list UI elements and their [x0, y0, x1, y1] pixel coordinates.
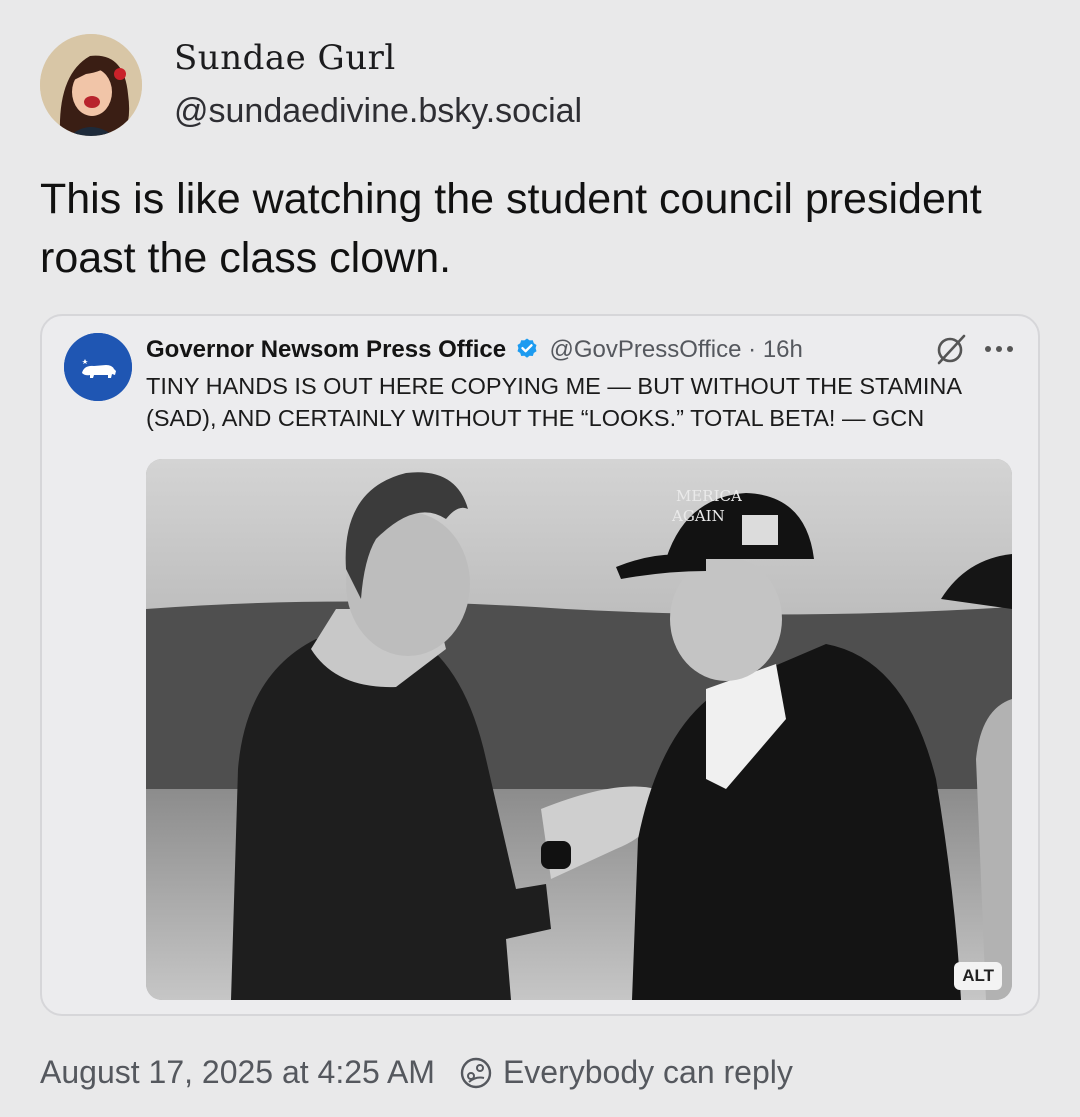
reply-setting-label[interactable]: Everybody can reply — [503, 1054, 793, 1091]
post-timestamp[interactable]: August 17, 2025 at 4:25 AM — [40, 1054, 435, 1091]
quoted-author-name[interactable]: Governor Newsom Press Office — [146, 336, 506, 363]
reply-setting-icon — [460, 1057, 492, 1088]
photo-illustration: MERICA AGAIN — [146, 459, 1012, 1000]
author-avatar-image — [40, 34, 142, 136]
quoted-post-text: TINY HANDS IS OUT HERE COPYING ME — BUT … — [146, 373, 961, 431]
meta-separator: · — [748, 336, 757, 363]
author-display-name[interactable]: Sundae Gurl — [174, 36, 582, 80]
hat-text-line1: MERICA — [676, 487, 742, 505]
post-text: This is like watching the student counci… — [40, 175, 982, 282]
alt-text-badge[interactable]: ALT — [954, 962, 1002, 990]
quoted-author-avatar[interactable] — [64, 333, 132, 401]
quoted-post-card[interactable]: Governor Newsom Press Office @GovPressOf… — [40, 314, 1040, 1016]
quoted-author-handle[interactable]: @GovPressOffice — [549, 336, 741, 363]
quoted-post-header: Governor Newsom Press Office @GovPressOf… — [146, 334, 1026, 366]
hat-text-line2: AGAIN — [671, 507, 725, 525]
quoted-post-age: 16h — [762, 336, 803, 363]
more-icon[interactable] — [984, 344, 1014, 354]
bear-icon — [64, 333, 132, 401]
author-handle[interactable]: @sundaedivine.bsky.social — [174, 88, 582, 134]
verified-badge-icon — [517, 338, 537, 358]
quoted-post-image[interactable]: MERICA AGAIN ALT — [146, 459, 1012, 1000]
post-footer: August 17, 2025 at 4:25 AM Everybody can… — [40, 1054, 793, 1091]
author-avatar[interactable] — [40, 34, 142, 136]
post-header: Sundae Gurl @sundaedivine.bsky.social — [40, 34, 582, 136]
quoted-post-actions — [934, 332, 1014, 366]
grok-icon[interactable] — [934, 332, 968, 366]
